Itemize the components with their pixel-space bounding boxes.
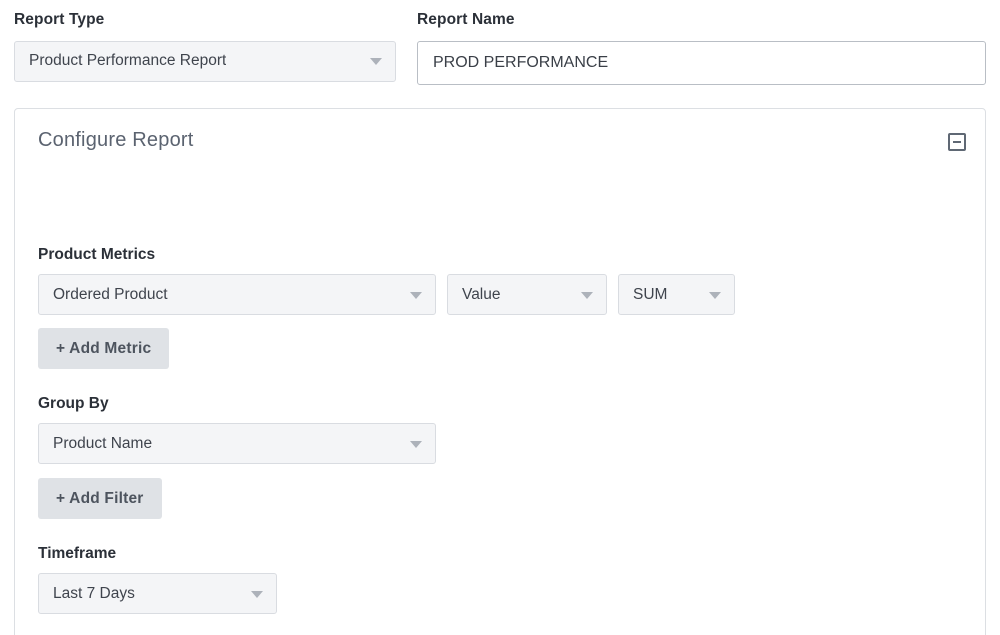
metric-type-select[interactable]: Value (447, 274, 607, 315)
metric-field-selected-value: Ordered Product (53, 286, 168, 304)
group-by-select-wrapper: Product Name (38, 423, 436, 464)
group-by-label: Group By (38, 396, 109, 412)
chevron-down-icon (709, 292, 721, 299)
configure-report-panel-header: Configure Report (15, 109, 985, 173)
top-fields-row: Report Type Product Performance Report R… (0, 0, 1000, 96)
chevron-down-icon (370, 58, 382, 65)
report-name-label: Report Name (417, 12, 986, 28)
product-metrics-row: Ordered Product Value SUM (38, 274, 735, 315)
minus-bar (953, 141, 961, 143)
report-builder-page: Report Type Product Performance Report R… (0, 0, 1000, 635)
report-type-label: Report Type (14, 12, 396, 28)
chevron-down-icon (251, 591, 263, 598)
metric-field-select[interactable]: Ordered Product (38, 274, 436, 315)
chevron-down-icon (581, 292, 593, 299)
chevron-down-icon (410, 441, 422, 448)
group-by-select[interactable]: Product Name (38, 423, 436, 464)
configure-report-panel: Configure Report Product Metrics Ordered… (14, 108, 986, 635)
report-type-field-group: Report Type Product Performance Report (14, 12, 396, 82)
product-metrics-label: Product Metrics (38, 247, 155, 263)
metric-type-selected-value: Value (462, 286, 501, 304)
report-type-select[interactable]: Product Performance Report (14, 41, 396, 82)
panel-title: Configure Report (38, 129, 194, 152)
metric-aggregation-selected-value: SUM (633, 286, 667, 304)
report-type-selected-value: Product Performance Report (29, 52, 226, 70)
timeframe-label: Timeframe (38, 546, 116, 562)
chevron-down-icon (410, 292, 422, 299)
collapse-minus-icon[interactable] (948, 133, 966, 151)
timeframe-select-wrapper: Last 7 Days (38, 573, 277, 614)
metric-aggregation-select[interactable]: SUM (618, 274, 735, 315)
report-name-input[interactable] (417, 41, 986, 85)
report-name-field-group: Report Name (417, 12, 986, 85)
timeframe-selected-value: Last 7 Days (53, 585, 135, 603)
add-metric-button[interactable]: + Add Metric (38, 328, 169, 369)
add-filter-button[interactable]: + Add Filter (38, 478, 162, 519)
group-by-selected-value: Product Name (53, 435, 152, 453)
timeframe-select[interactable]: Last 7 Days (38, 573, 277, 614)
